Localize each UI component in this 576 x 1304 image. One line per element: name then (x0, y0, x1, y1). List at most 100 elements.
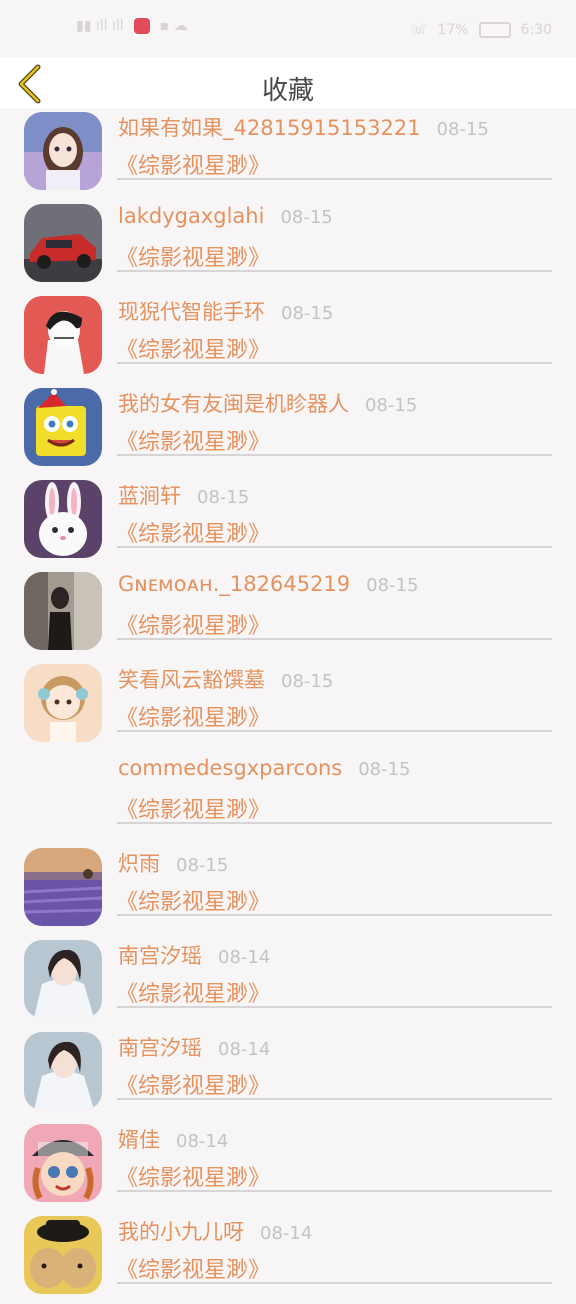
page-title: 收藏 (261, 76, 314, 106)
user-name[interactable]: 炽雨 (118, 848, 160, 878)
book-title[interactable]: 《综影视星渺》 (116, 792, 270, 824)
list-item[interactable]: lakdygaxglahi 08-15 《综影视星渺》 (0, 200, 576, 292)
item-header: commedesgxparcons 08-15 (118, 756, 411, 780)
item-header: 现猊代智能手环 08-15 (118, 296, 333, 326)
book-title[interactable]: 《综影视星渺》 (116, 1252, 270, 1284)
item-header: 南宫汐瑶 08-14 (118, 940, 270, 970)
list-item[interactable]: commedesgxparcons 08-15 《综影视星渺》 (0, 752, 576, 844)
user-name[interactable]: commedesgxparcons (118, 756, 342, 780)
divider (117, 178, 552, 180)
book-title[interactable]: 《综影视星渺》 (116, 424, 270, 456)
avatar[interactable] (24, 572, 102, 650)
avatar[interactable] (24, 388, 102, 466)
item-date: 08-15 (197, 487, 250, 508)
signal-icon: ▮▮ ıll ıll (76, 18, 124, 34)
book-title[interactable]: 《综影视星渺》 (116, 516, 270, 548)
divider (117, 454, 552, 456)
item-header: 炽雨 08-15 (118, 848, 228, 878)
item-date: 08-15 (365, 395, 418, 416)
item-date: 08-15 (366, 575, 419, 596)
user-name[interactable]: 婿佳 (118, 1124, 160, 1154)
avatar[interactable] (24, 940, 102, 1018)
user-name[interactable]: 现猊代智能手环 (118, 296, 265, 326)
list-item[interactable]: Gɴᴇᴍᴏᴀʜ._182645219 08-15 《综影视星渺》 (0, 568, 576, 660)
book-title[interactable]: 《综影视星渺》 (116, 608, 270, 640)
item-header: lakdygaxglahi 08-15 (118, 204, 333, 228)
list-item[interactable]: 炽雨 08-15 《综影视星渺》 (0, 844, 576, 936)
item-header: 我的女有友闽是机眕器人 08-15 (118, 388, 417, 418)
item-header: 婿佳 08-14 (118, 1124, 228, 1154)
notification-app-icon (133, 18, 150, 34)
book-title[interactable]: 《综影视星渺》 (116, 1068, 270, 1100)
divider (117, 1098, 552, 1100)
list-item[interactable]: 我的女有友闽是机眕器人 08-15 《综影视星渺》 (0, 384, 576, 476)
list-item[interactable]: 笑看风云豁馔墓 08-15 《综影视星渺》 (0, 660, 576, 752)
avatar[interactable] (24, 1216, 102, 1294)
user-name[interactable]: Gɴᴇᴍᴏᴀʜ._182645219 (118, 572, 350, 596)
list-item[interactable]: 南宫汐瑶 08-14 《综影视星渺》 (0, 1028, 576, 1120)
item-date: 08-15 (358, 759, 411, 780)
avatar[interactable] (24, 480, 102, 558)
user-name[interactable]: 南宫汐瑶 (118, 1032, 202, 1062)
status-icons-right: ☏ 17% 6:30 (410, 22, 552, 38)
book-title[interactable]: 《综影视星渺》 (116, 1160, 270, 1192)
avatar[interactable] (24, 204, 102, 282)
divider (117, 1006, 552, 1008)
item-header: 笑看风云豁馔墓 08-15 (118, 664, 333, 694)
divider (117, 270, 552, 272)
status-icons-left: ▮▮ ıll ıll ▪ ☁ (76, 18, 188, 34)
user-name[interactable]: 我的小九儿呀 (118, 1216, 244, 1246)
book-title[interactable]: 《综影视星渺》 (116, 240, 270, 272)
divider (117, 914, 552, 916)
avatar[interactable] (24, 296, 102, 374)
divider (117, 546, 552, 548)
item-date: 08-14 (176, 1131, 229, 1152)
list-item[interactable]: 现猊代智能手环 08-15 《综影视星渺》 (0, 292, 576, 384)
item-date: 08-15 (436, 119, 489, 140)
item-date: 08-15 (176, 855, 229, 876)
user-name[interactable]: 如果有如果_42815915153221 (118, 112, 421, 142)
user-name[interactable]: 蓝涧轩 (118, 480, 181, 510)
status-bar: ▮▮ ıll ıll ▪ ☁ ☏ 17% 6:30 (0, 0, 576, 58)
favorites-list: 如果有如果_42815915153221 08-15 《综影视星渺》 lakdygax… (0, 108, 576, 1304)
user-name[interactable]: 南宫汐瑶 (118, 940, 202, 970)
item-header: 如果有如果_42815915153221 08-15 (118, 112, 489, 142)
book-title[interactable]: 《综影视星渺》 (116, 700, 270, 732)
list-item[interactable]: 我的小九儿呀 08-14 《综影视星渺》 (0, 1212, 576, 1304)
list-item[interactable]: 南宫汐瑶 08-14 《综影视星渺》 (0, 936, 576, 1028)
notification-dots-icon: ▪ ☁ (159, 18, 188, 34)
item-header: 我的小九儿呀 08-14 (118, 1216, 312, 1246)
divider (117, 1282, 552, 1284)
alarm-icon: ☏ (409, 22, 428, 38)
item-date: 08-15 (281, 671, 334, 692)
divider (117, 822, 552, 824)
header: 收藏 (0, 58, 576, 108)
divider (117, 1190, 552, 1192)
item-header: 南宫汐瑶 08-14 (118, 1032, 270, 1062)
user-name[interactable]: 笑看风云豁馔墓 (118, 664, 265, 694)
divider (117, 638, 552, 640)
item-date: 08-14 (260, 1223, 313, 1244)
user-name[interactable]: 我的女有友闽是机眕器人 (118, 388, 349, 418)
item-header: 蓝涧轩 08-15 (118, 480, 249, 510)
list-item[interactable]: 如果有如果_42815915153221 08-15 《综影视星渺》 (0, 108, 576, 200)
list-item[interactable]: 婿佳 08-14 《综影视星渺》 (0, 1120, 576, 1212)
divider (117, 730, 552, 732)
item-date: 08-15 (281, 303, 334, 324)
list-item[interactable]: 蓝涧轩 08-15 《综影视星渺》 (0, 476, 576, 568)
avatar[interactable] (24, 112, 102, 190)
avatar[interactable] (24, 848, 102, 926)
user-name[interactable]: lakdygaxglahi (118, 204, 264, 228)
battery-icon (478, 22, 511, 38)
item-date: 08-14 (218, 1039, 271, 1060)
clock: 6:30 (520, 22, 552, 38)
item-date: 08-14 (218, 947, 271, 968)
book-title[interactable]: 《综影视星渺》 (116, 148, 270, 180)
avatar[interactable] (24, 1032, 102, 1110)
avatar[interactable] (24, 664, 102, 742)
avatar[interactable] (24, 1124, 102, 1202)
battery-percent: 17% (437, 22, 469, 38)
book-title[interactable]: 《综影视星渺》 (116, 884, 270, 916)
book-title[interactable]: 《综影视星渺》 (116, 332, 270, 364)
book-title[interactable]: 《综影视星渺》 (116, 976, 270, 1008)
